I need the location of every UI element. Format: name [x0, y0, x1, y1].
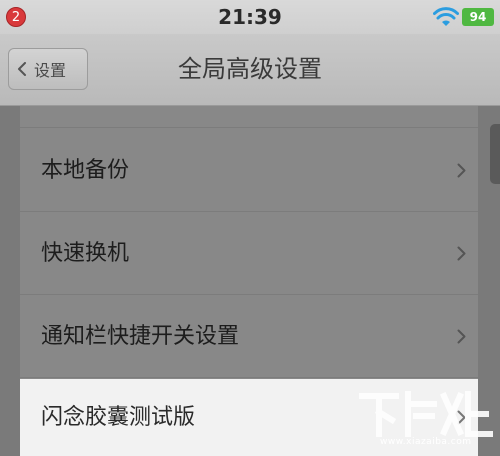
list-item-local-backup[interactable]: 本地备份: [20, 129, 478, 212]
status-time: 21:39: [218, 5, 282, 29]
chevron-left-icon: [18, 62, 26, 76]
battery-indicator: 94: [462, 8, 494, 26]
scrollbar-thumb[interactable]: [490, 124, 500, 184]
page-title: 全局高级设置: [178, 55, 322, 83]
wifi-icon: [433, 7, 459, 26]
chevron-right-icon: [457, 246, 466, 261]
chevron-right-icon: [457, 163, 466, 178]
list-item-label: 闪念胶囊测试版: [41, 405, 196, 430]
list-item-quick-switch[interactable]: 快速换机: [20, 212, 478, 295]
watermark-text: www.xiazaiba.com: [380, 437, 472, 447]
list-item-label: 本地备份: [41, 158, 130, 183]
back-button-label: 设置: [34, 61, 67, 80]
notification-badge[interactable]: 2: [6, 7, 26, 27]
list-top-divider: [20, 106, 478, 128]
list-item-notification-toggles[interactable]: 通知栏快捷开关设置: [20, 295, 478, 378]
list-item-label: 通知栏快捷开关设置: [41, 324, 240, 349]
status-bar: 2 21:39 94: [0, 0, 500, 34]
navigation-bar: 设置 全局高级设置: [0, 34, 500, 106]
back-button[interactable]: 设置: [8, 48, 88, 90]
list-item-label: 快速换机: [41, 241, 130, 266]
chevron-right-icon: [457, 329, 466, 344]
